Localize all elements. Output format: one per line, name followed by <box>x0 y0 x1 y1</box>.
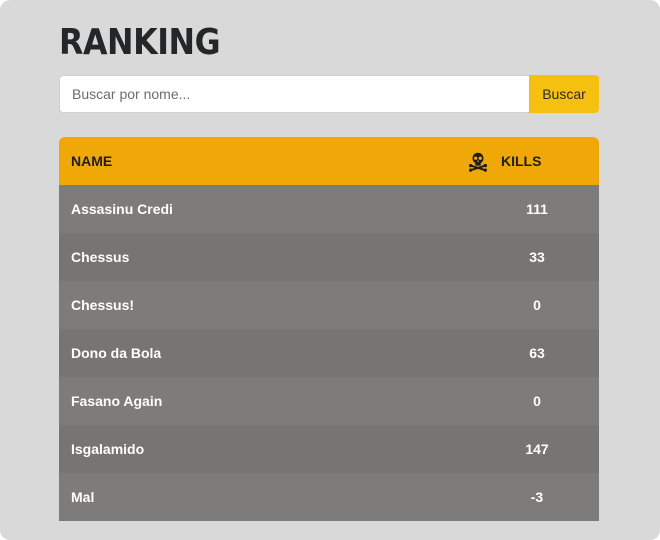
search-input[interactable] <box>59 75 529 113</box>
kills-cell: -3 <box>530 489 544 505</box>
search-bar: Buscar <box>59 75 599 113</box>
skull-crossbones-icon <box>467 150 489 172</box>
player-name-cell: Mal <box>71 489 95 505</box>
kills-cell: 0 <box>533 297 541 313</box>
kills-cell: 0 <box>533 393 541 409</box>
table-row: Assasinu Credi 111 <box>59 185 599 233</box>
column-header-kills: KILLS <box>435 150 599 172</box>
table-row: Chessus 33 <box>59 233 599 281</box>
page-title: RANKING <box>59 22 221 63</box>
player-name-cell: Dono da Bola <box>71 345 162 361</box>
kills-cell: 33 <box>529 249 545 265</box>
table-row: Isgalamido 147 <box>59 425 599 473</box>
table-row: Chessus! 0 <box>59 281 599 329</box>
table-row: Fasano Again 0 <box>59 377 599 425</box>
kills-cell: 63 <box>529 345 545 361</box>
kills-cell: 147 <box>525 441 549 457</box>
table-body: Assasinu Credi 111 Chessus 33 Chessus! 0 Dono … <box>59 185 599 521</box>
player-name-cell: Fasano Again <box>71 393 163 409</box>
player-name-cell: Assasinu Credi <box>71 201 173 217</box>
kills-cell: 111 <box>526 201 548 217</box>
table-row: Dono da Bola 63 <box>59 329 599 377</box>
player-name-cell: Chessus! <box>71 297 135 313</box>
search-button[interactable]: Buscar <box>529 75 599 113</box>
player-name-cell: Isgalamido <box>71 441 145 457</box>
table-header: NAME KILLS <box>59 137 599 185</box>
column-header-kills-label: KILLS <box>501 153 542 169</box>
player-name-cell: Chessus <box>71 249 130 265</box>
ranking-panel: RANKING Buscar NAME <box>0 0 660 540</box>
ranking-table: NAME KILLS Assasinu Credi 111 Chessus 33… <box>59 137 599 521</box>
table-row: Mal -3 <box>59 473 599 521</box>
column-header-name: NAME <box>71 153 113 169</box>
